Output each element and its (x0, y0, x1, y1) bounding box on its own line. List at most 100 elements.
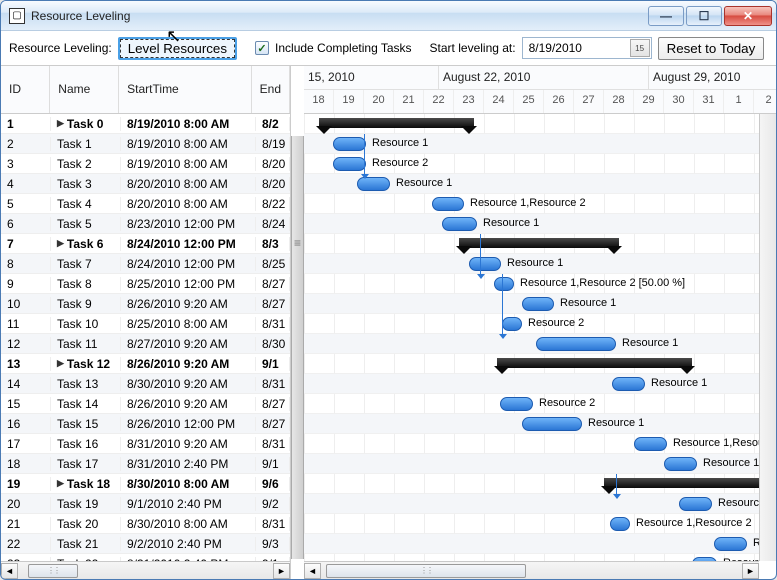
table-row[interactable]: 18Task 178/31/2010 2:40 PM9/1 (1, 454, 290, 474)
summary-bar[interactable] (319, 118, 474, 128)
resource-label: Resource 1 (622, 337, 678, 349)
task-bar[interactable] (469, 257, 501, 271)
summary-bar[interactable] (497, 358, 692, 368)
task-bar[interactable] (333, 137, 366, 151)
header-end[interactable]: End (252, 66, 290, 113)
table-row[interactable]: 8Task 78/24/2010 12:00 PM8/25 (1, 254, 290, 274)
level-resources-button[interactable]: Level Resources (118, 37, 237, 60)
timeline-day: 19 (334, 90, 364, 113)
cell-name: ▶Task 12 (51, 357, 121, 371)
reset-today-button[interactable]: Reset to Today (658, 37, 765, 60)
table-row[interactable]: 12Task 118/27/2010 9:20 AM8/30 (1, 334, 290, 354)
cell-end: 8/19 (256, 137, 290, 151)
table-row[interactable]: 9Task 88/25/2010 12:00 PM8/27 (1, 274, 290, 294)
cell-end: 8/2 (256, 117, 290, 131)
scroll-thumb[interactable] (28, 564, 78, 578)
header-start[interactable]: StartTime (119, 66, 251, 113)
table-row[interactable]: 19▶Task 188/30/2010 8:00 AM9/6 (1, 474, 290, 494)
table-row[interactable]: 4Task 38/20/2010 8:00 AM8/20 (1, 174, 290, 194)
table-row[interactable]: 21Task 208/30/2010 8:00 AM8/31 (1, 514, 290, 534)
table-row[interactable]: 2Task 18/19/2010 8:00 AM8/19 (1, 134, 290, 154)
include-tasks-checkbox[interactable]: ✓ (255, 41, 269, 55)
table-row[interactable]: 11Task 108/25/2010 8:00 AM8/31 (1, 314, 290, 334)
table-row[interactable]: 3Task 28/19/2010 8:00 AM8/20 (1, 154, 290, 174)
leveling-label: Resource Leveling: (9, 41, 112, 55)
table-row[interactable]: 22Task 219/2/2010 2:40 PM9/3 (1, 534, 290, 554)
maximize-button[interactable]: ☐ (686, 6, 722, 26)
task-bar[interactable] (442, 217, 477, 231)
scroll-left-icon[interactable]: ◄ (304, 563, 321, 579)
task-bar[interactable] (536, 337, 616, 351)
app-window: ▢ Resource Leveling — ☐ ✕ Resource Level… (0, 0, 777, 580)
timeline-day: 23 (454, 90, 484, 113)
scroll-track[interactable] (321, 563, 742, 579)
table-row[interactable]: 7▶Task 68/24/2010 12:00 PM8/3 (1, 234, 290, 254)
cell-start: 8/25/2010 8:00 AM (121, 317, 256, 331)
cell-name: Task 7 (51, 257, 121, 271)
cell-id: 15 (1, 397, 51, 411)
table-row[interactable]: 20Task 199/1/2010 2:40 PM9/2 (1, 494, 290, 514)
gantt-body[interactable]: Resource 1 Resource 2 Resource 1 Resource 1… (304, 114, 759, 561)
cell-end: 8/3 (256, 237, 290, 251)
scroll-track[interactable] (18, 563, 273, 579)
task-bar[interactable] (500, 397, 533, 411)
task-bar[interactable] (714, 537, 747, 551)
table-row[interactable]: 17Task 168/31/2010 9:20 AM8/31 (1, 434, 290, 454)
expand-icon[interactable]: ▶ (57, 358, 64, 369)
cell-id: 4 (1, 177, 51, 191)
table-row[interactable]: 14Task 138/30/2010 9:20 AM8/31 (1, 374, 290, 394)
scroll-left-icon[interactable]: ◄ (1, 563, 18, 579)
timeline-day: 21 (394, 90, 424, 113)
header-id[interactable]: ID (1, 66, 50, 113)
cell-name: Task 9 (51, 297, 121, 311)
task-bar[interactable] (679, 497, 712, 511)
task-bar[interactable] (522, 417, 582, 431)
resource-label: Resource 1,Resource 2 (673, 437, 759, 449)
task-bar[interactable] (610, 517, 630, 531)
summary-bar[interactable] (459, 238, 619, 248)
start-at-label: Start leveling at: (430, 41, 516, 55)
gantt-row: Resource 2 (304, 394, 759, 414)
scroll-right-icon[interactable]: ► (273, 563, 290, 579)
header-name[interactable]: Name (50, 66, 119, 113)
table-row[interactable]: 16Task 158/26/2010 12:00 PM8/27 (1, 414, 290, 434)
window-title: Resource Leveling (31, 9, 648, 23)
gantt-row: Resource 1 (304, 554, 759, 561)
table-row[interactable]: 23Task 228/31/2010 2:40 PM9/1 (1, 554, 290, 561)
task-bar[interactable] (333, 157, 366, 171)
summary-bar[interactable] (604, 478, 759, 488)
titlebar[interactable]: ▢ Resource Leveling — ☐ ✕ (1, 1, 776, 31)
expand-icon[interactable]: ▶ (57, 118, 64, 129)
calendar-icon[interactable]: 15 (630, 39, 650, 57)
table-row[interactable]: 5Task 48/20/2010 8:00 AM8/22 (1, 194, 290, 214)
table-row[interactable]: 1▶Task 08/19/2010 8:00 AM8/2 (1, 114, 290, 134)
gantt-vscroll[interactable] (759, 114, 776, 561)
task-bar[interactable] (494, 277, 514, 291)
gantt-row: Resource 1 (304, 454, 759, 474)
cell-name: Task 16 (51, 437, 121, 451)
gantt-hscroll[interactable]: ◄ ► (304, 561, 759, 579)
table-row[interactable]: 15Task 148/26/2010 9:20 AM8/27 (1, 394, 290, 414)
expand-icon[interactable]: ▶ (57, 478, 64, 489)
table-row[interactable]: 13▶Task 128/26/2010 9:20 AM9/1 (1, 354, 290, 374)
grid-hscroll[interactable]: ◄ ► (1, 561, 290, 579)
cell-end: 9/1 (256, 357, 290, 371)
task-bar[interactable] (502, 317, 522, 331)
task-bar[interactable] (612, 377, 645, 391)
task-bar[interactable] (432, 197, 464, 211)
minimize-button[interactable]: — (648, 6, 684, 26)
expand-icon[interactable]: ▶ (57, 238, 64, 249)
task-bar[interactable] (664, 457, 697, 471)
cell-end: 8/27 (256, 277, 290, 291)
task-bar[interactable] (357, 177, 390, 191)
task-bar[interactable] (634, 437, 667, 451)
table-row[interactable]: 6Task 58/23/2010 12:00 PM8/24 (1, 214, 290, 234)
scroll-thumb[interactable] (326, 564, 526, 578)
scroll-right-icon[interactable]: ► (742, 563, 759, 579)
close-button[interactable]: ✕ (724, 6, 772, 26)
splitter[interactable] (291, 136, 304, 559)
cell-start: 8/23/2010 12:00 PM (121, 217, 256, 231)
gantt-row (304, 234, 759, 254)
table-row[interactable]: 10Task 98/26/2010 9:20 AM8/27 (1, 294, 290, 314)
task-bar[interactable] (522, 297, 554, 311)
